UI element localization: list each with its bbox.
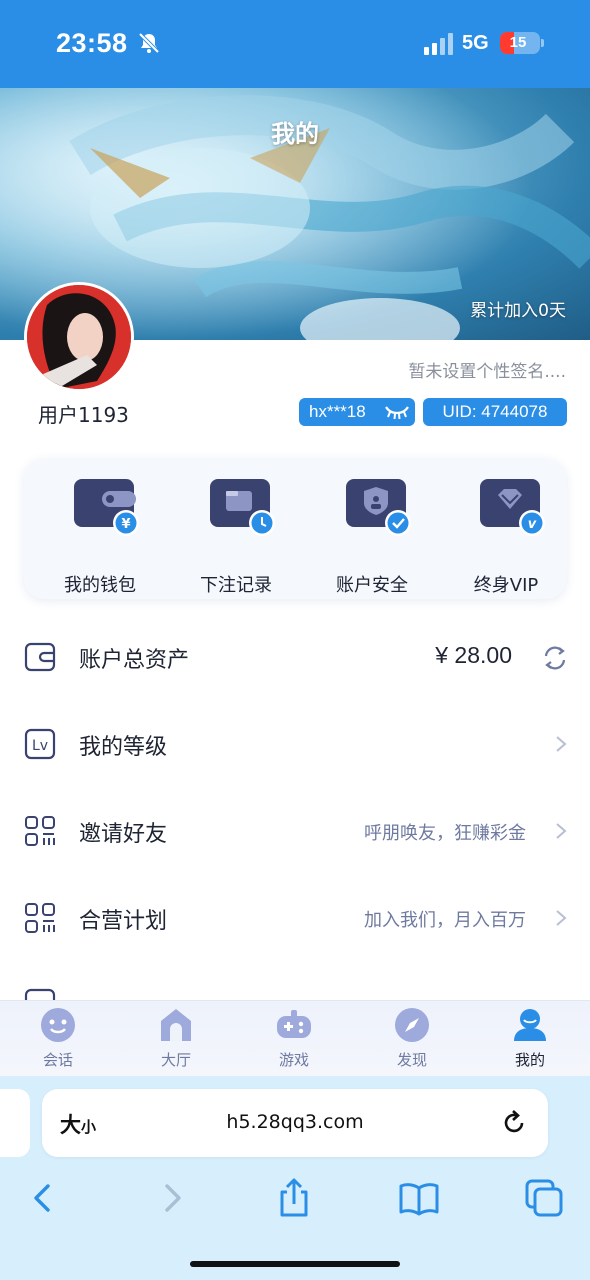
url-text[interactable]: h5.28qq3.com [42, 1111, 548, 1133]
bookmarks-icon[interactable] [399, 1178, 439, 1218]
qrcode-icon [25, 903, 55, 933]
level-label: 我的等级 [79, 735, 168, 760]
tab-hall[interactable]: 大厅 [131, 1007, 221, 1073]
invite-hint: 呼朋唤友，狂赚彩金 [364, 823, 526, 844]
bet-record-icon [210, 479, 275, 536]
tab-chat-label: 会话 [42, 1051, 73, 1069]
safari-toolbar: 大小 h5.28qq3.com [0, 1076, 590, 1280]
username: 用户1193 [38, 403, 129, 427]
menu-row-partner[interactable]: 合营计划 加入我们，月入百万 [0, 875, 590, 961]
avatar[interactable] [24, 282, 134, 392]
partner-label: 合营计划 [79, 909, 168, 934]
avatar-image [27, 285, 131, 389]
account-name: hx***18 [309, 402, 366, 421]
bet-record-button[interactable]: 下注记录 [176, 477, 296, 596]
network-type: 5G [462, 32, 489, 54]
chevron-right-icon [556, 736, 567, 752]
forward-icon[interactable] [152, 1178, 192, 1218]
battery-level: 15 [509, 34, 527, 51]
assets-label: 账户总资产 [79, 648, 190, 673]
security-label: 账户安全 [336, 575, 408, 596]
signal-icon [424, 33, 453, 55]
invite-label: 邀请好友 [79, 822, 168, 847]
tab-games[interactable]: 游戏 [249, 1007, 339, 1073]
tab-discover-label: 发现 [396, 1051, 427, 1069]
wallet-button[interactable]: ¥ 我的钱包 [40, 477, 160, 596]
assets-amount: ¥ 28.00 [435, 642, 512, 668]
svg-text:Lv: Lv [32, 738, 48, 754]
qrcode-icon [25, 816, 55, 846]
battery-icon: 15 [500, 32, 540, 54]
tab-chat[interactable]: 会话 [13, 1007, 103, 1073]
reload-icon[interactable] [500, 1109, 528, 1137]
security-button[interactable]: 账户安全 [312, 477, 432, 596]
back-icon[interactable] [23, 1178, 63, 1218]
vip-label: 终身VIP [473, 575, 539, 596]
refresh-icon[interactable] [542, 645, 568, 671]
quick-actions-card: ¥ 我的钱包 下注记录 账户安全 v 终身VIP [24, 459, 566, 599]
partial-row-icon [24, 988, 56, 1000]
compass-icon [395, 1008, 429, 1042]
wallet-icon: ¥ [74, 479, 139, 536]
chat-icon [41, 1008, 75, 1042]
bottom-tab-bar: 会话 大厅 游戏 发现 我的 [0, 1000, 590, 1076]
menu-row-partial[interactable] [0, 962, 590, 1000]
menu-row-invite[interactable]: 邀请好友 呼朋唤友，狂赚彩金 [0, 788, 590, 874]
status-bar: 23:58 5G 15 [0, 0, 590, 88]
hidden-eye-icon[interactable] [385, 405, 409, 419]
tab-discover[interactable]: 发现 [367, 1007, 457, 1073]
home-indicator [190, 1261, 400, 1267]
security-icon [346, 479, 411, 536]
level-icon: Lv [24, 728, 56, 760]
wallet-label: 我的钱包 [64, 575, 136, 596]
address-bar[interactable]: 大小 h5.28qq3.com [42, 1089, 548, 1157]
tab-me[interactable]: 我的 [485, 1007, 575, 1073]
uid-badge[interactable]: UID: 4744078 [423, 398, 567, 426]
share-icon[interactable] [274, 1178, 314, 1218]
wallet-outline-icon [24, 642, 56, 672]
partner-hint: 加入我们，月入百万 [364, 910, 526, 931]
tab-me-label: 我的 [514, 1051, 545, 1069]
chevron-right-icon [556, 910, 567, 926]
svg-text:v: v [528, 517, 537, 532]
previous-tab-card[interactable] [0, 1089, 30, 1157]
silent-bell-icon [138, 32, 160, 54]
svg-text:¥: ¥ [121, 517, 130, 532]
account-badge[interactable]: hx***18 [299, 398, 415, 426]
page-title: 我的 [271, 120, 319, 148]
bet-record-label: 下注记录 [200, 575, 272, 596]
chevron-right-icon [556, 823, 567, 839]
tabs-icon[interactable] [524, 1178, 564, 1218]
vip-button[interactable]: v 终身VIP [446, 477, 566, 596]
menu-row-level[interactable]: Lv 我的等级 [0, 701, 590, 787]
vip-icon: v [480, 479, 545, 536]
signature[interactable]: 暂未设置个性签名.... [408, 357, 566, 382]
status-time: 23:58 [56, 28, 128, 58]
tab-games-label: 游戏 [278, 1051, 309, 1069]
hall-icon [161, 1009, 191, 1041]
tab-hall-label: 大厅 [160, 1051, 191, 1069]
joined-days: 累计加入0天 [470, 301, 566, 321]
menu-row-assets: 账户总资产 ¥ 28.00 [0, 614, 590, 700]
gamepad-icon [277, 1010, 311, 1038]
user-icon [514, 1009, 546, 1041]
